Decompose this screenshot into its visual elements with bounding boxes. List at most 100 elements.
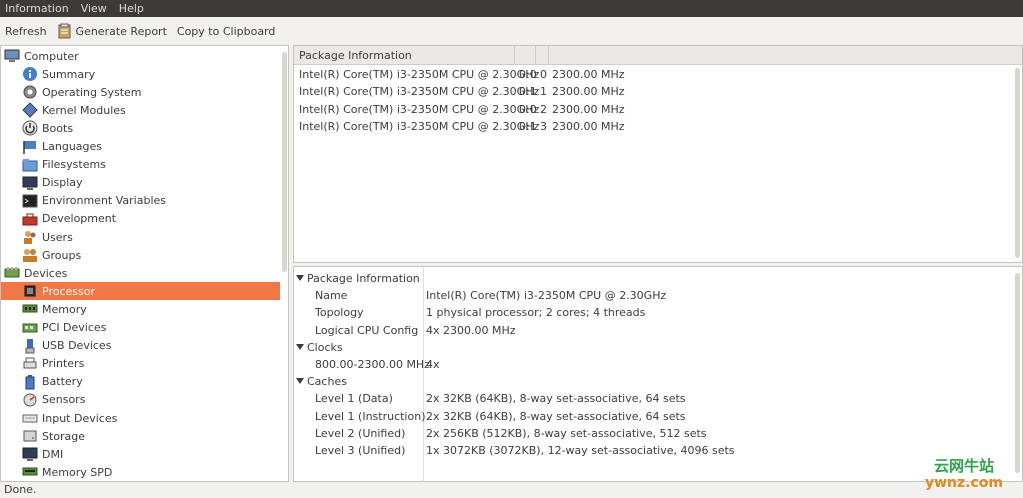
- detail-value: Intel(R) Core(TM) i3-2350M CPU @ 2.30GHz: [426, 289, 667, 303]
- users-icon: [22, 229, 38, 245]
- monitor-icon: [22, 175, 38, 191]
- details-section[interactable]: Clocks: [294, 339, 1014, 356]
- keyboard-icon: [22, 410, 38, 426]
- sidebar-item-label: Sensors: [42, 393, 86, 407]
- column-header-2[interactable]: [515, 46, 536, 65]
- sidebar-item-processor[interactable]: Processor: [1, 282, 280, 301]
- computer-icon: [4, 48, 20, 64]
- copy-clipboard-label: Copy to Clipboard: [176, 24, 276, 38]
- details-scrollbar[interactable]: [1013, 267, 1022, 481]
- details-item[interactable]: Level 1 (Instruction) 2x 32KB (64KB), 8-w…: [294, 408, 1014, 425]
- details-item[interactable]: Logical CPU Config 4x 2300.00 MHz: [294, 322, 1014, 339]
- details-section[interactable]: Package Information: [294, 270, 1014, 287]
- status-bar: Done.: [0, 482, 1023, 498]
- table-cell: 2300.00 MHz: [552, 85, 625, 99]
- cpu-icon: [22, 283, 38, 299]
- sidebar-item-label: Display: [42, 176, 83, 190]
- column-header-3[interactable]: [536, 46, 549, 65]
- expander-down-icon[interactable]: [295, 273, 305, 283]
- sidebar-item-label: Users: [42, 230, 73, 244]
- details-item[interactable]: Level 3 (Unified) 1x 3072KB (3072KB), 12-…: [294, 442, 1014, 459]
- details-item[interactable]: Topology 1 physical processor; 2 cores; 4…: [294, 304, 1014, 321]
- sidebar-item-memory[interactable]: Memory: [1, 300, 280, 318]
- details-item[interactable]: Level 2 (Unified) 2x 256KB (512KB), 8-way…: [294, 425, 1014, 442]
- sidebar-item-dmi[interactable]: DMI: [1, 445, 280, 463]
- table-cell: 0:0: [519, 68, 537, 81]
- generate-report-button[interactable]: Generate Report: [57, 23, 167, 39]
- sidebar-item-memory-spd[interactable]: Memory SPD: [1, 463, 280, 481]
- sidebar-item-input-devices[interactable]: Input Devices: [1, 409, 280, 427]
- copy-clipboard-button[interactable]: Copy to Clipboard: [177, 25, 275, 38]
- sidebar-item-computer[interactable]: Computer: [1, 47, 280, 65]
- watermark-line1: 云网牛站: [933, 457, 994, 475]
- table-cell: 2: [540, 102, 547, 116]
- details-item[interactable]: Level 1 (Data) 2x 32KB (64KB), 8-way set-…: [294, 390, 1014, 407]
- column-header-4[interactable]: [549, 46, 1022, 65]
- sidebar-item-devices[interactable]: Devices: [1, 264, 280, 282]
- table-cell: 0:1: [519, 119, 537, 133]
- table-cell: Intel(R) Core(TM) i3-2350M CPU @ 2.30GHz: [299, 119, 540, 133]
- sidebar-item-label: Printers: [42, 357, 85, 371]
- sidebar-item-printers[interactable]: Printers: [1, 355, 280, 373]
- toolbox-icon: [22, 211, 38, 227]
- details-section[interactable]: Caches: [294, 373, 1014, 390]
- flag-icon: [22, 139, 38, 155]
- expander-down-icon[interactable]: [295, 376, 305, 386]
- details-pane: Package Information Name Intel(R) Core(TM)…: [293, 266, 1023, 482]
- sidebar-item-users[interactable]: Users: [1, 228, 280, 246]
- sidebar-item-operating-system[interactable]: Operating System: [1, 83, 280, 101]
- devices-icon: [4, 265, 20, 281]
- sidebar-item-label: Devices: [24, 266, 68, 280]
- power-icon: [22, 120, 38, 136]
- sidebar-scroll-thumb[interactable]: [282, 52, 287, 272]
- table-row[interactable]: Intel(R) Core(TM) i3-2350M CPU @ 2.30GHz…: [294, 66, 1014, 83]
- sidebar-item-display[interactable]: Display: [1, 174, 280, 192]
- sidebar-item-development[interactable]: Development: [1, 210, 280, 228]
- menu-bar: Information View Help: [0, 0, 1023, 17]
- dmi-icon: [22, 446, 38, 462]
- column-header-package[interactable]: Package Information: [294, 46, 515, 65]
- detail-key: Level 1 (Data): [315, 392, 393, 406]
- groups-icon: [22, 247, 38, 263]
- sidebar-item-kernel-modules[interactable]: Kernel Modules: [1, 101, 280, 119]
- menu-information[interactable]: Information: [5, 2, 69, 15]
- sidebar-item-label: Development: [42, 212, 117, 226]
- sidebar-item-label: USB Devices: [42, 339, 112, 353]
- refresh-button[interactable]: Refresh: [5, 25, 47, 38]
- menu-help[interactable]: Help: [119, 2, 144, 15]
- sidebar-item-storage[interactable]: Storage: [1, 427, 280, 445]
- sidebar-item-filesystems[interactable]: Filesystems: [1, 156, 280, 174]
- details-scroll-thumb[interactable]: [1015, 273, 1020, 473]
- sidebar-item-pci-devices[interactable]: PCI Devices: [1, 319, 280, 337]
- table-row[interactable]: Intel(R) Core(TM) i3-2350M CPU @ 2.30GHz…: [294, 101, 1014, 118]
- detail-value: 4x 2300.00 MHz: [426, 323, 516, 337]
- menu-view[interactable]: View: [81, 2, 107, 15]
- sidebar-item-languages[interactable]: Languages: [1, 138, 280, 156]
- table-scrollbar[interactable]: [1013, 66, 1022, 262]
- table-scroll-thumb[interactable]: [1015, 68, 1020, 258]
- sidebar-item-label: Operating System: [42, 85, 142, 99]
- detail-key: Level 3 (Unified): [315, 444, 406, 457]
- sidebar-item-sensors[interactable]: Sensors: [1, 391, 280, 409]
- table-cell: 2300.00 MHz: [552, 102, 625, 116]
- detail-value: 2x 32KB (64KB), 8-way set-associative, 6…: [426, 392, 686, 406]
- sidebar-item-groups[interactable]: Groups: [1, 246, 280, 264]
- sidebar-item-summary[interactable]: Summary: [1, 65, 280, 83]
- table-cell: 3: [540, 119, 547, 133]
- kernel-icon: [22, 102, 38, 119]
- sidebar-item-boots[interactable]: Boots: [1, 119, 280, 137]
- table-row[interactable]: Intel(R) Core(TM) i3-2350M CPU @ 2.30GHz…: [294, 83, 1014, 100]
- detail-key: Topology: [315, 306, 364, 320]
- table-cell: 0:1: [519, 85, 537, 99]
- toolbar: Refresh Generate Report Copy to Clipboar…: [0, 17, 1023, 45]
- table-row[interactable]: Intel(R) Core(TM) i3-2350M CPU @ 2.30GHz…: [294, 118, 1014, 135]
- expander-down-icon[interactable]: [295, 342, 305, 352]
- details-item[interactable]: Name Intel(R) Core(TM) i3-2350M CPU @ 2.3…: [294, 287, 1014, 304]
- folder-icon: [22, 157, 38, 173]
- watermark-logo: 云网牛站 ywnz.com: [924, 458, 1004, 492]
- sidebar-item-environment-variables[interactable]: Environment Variables: [1, 192, 280, 210]
- details-item[interactable]: 800.00-2300.00 MHz 4x: [294, 356, 1014, 373]
- sidebar-scrollbar[interactable]: [280, 46, 288, 481]
- sidebar-item-usb-devices[interactable]: USB Devices: [1, 337, 280, 355]
- sidebar-item-battery[interactable]: Battery: [1, 373, 280, 391]
